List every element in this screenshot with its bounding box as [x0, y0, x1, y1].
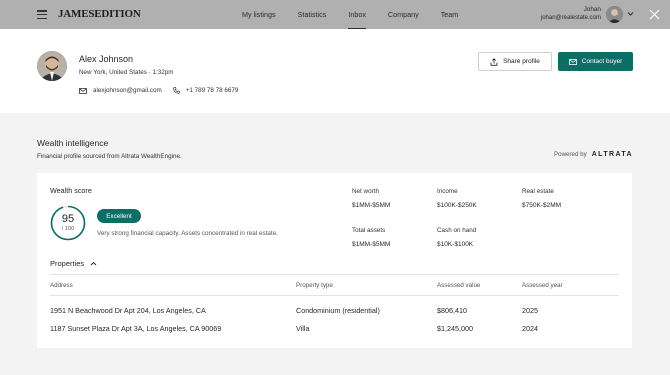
status-badge: Excellent	[97, 209, 141, 223]
chevron-up-icon	[90, 261, 97, 266]
stat-total-assets-value: $1MM-$5MM	[352, 241, 391, 248]
stat-cash-value: $10K-$100K	[437, 241, 474, 248]
cell-address: 1187 Sunset Plaza Dr Apt 3A, Los Angeles…	[50, 324, 222, 333]
cell-address: 1951 N Beachwood Dr Apt 204, Los Angeles…	[50, 306, 206, 315]
mail-icon	[568, 58, 577, 65]
column-header-year: Assessed year	[522, 282, 563, 289]
cell-type: Condominium (residential)	[296, 306, 380, 315]
user-name: Johan	[583, 6, 601, 13]
buyer-name: Alex Johnson	[79, 54, 134, 64]
buyer-email[interactable]: alexjohnson@gmail.com	[93, 87, 162, 94]
chevron-down-icon[interactable]	[627, 10, 634, 17]
cell-type: Villa	[296, 324, 310, 333]
cell-value: $806,410	[437, 306, 467, 315]
buyer-profile-header: Alex Johnson New York, United States · 1…	[0, 29, 670, 113]
score-description: Very strong financial capacity. Assets c…	[97, 230, 278, 237]
nav-my-listings[interactable]: My listings	[242, 0, 276, 29]
stat-cash-label: Cash on hand	[437, 227, 477, 234]
close-icon[interactable]	[649, 9, 660, 20]
divider	[50, 274, 619, 275]
share-profile-button[interactable]: Share profile	[478, 52, 552, 71]
nav-company[interactable]: Company	[388, 0, 419, 29]
divider	[50, 295, 619, 296]
powered-by: Powered by ALTRATA	[554, 151, 633, 158]
column-header-type: Property type	[296, 282, 333, 289]
stat-real-estate-label: Real estate	[522, 188, 554, 195]
section-title: Wealth intelligence	[37, 138, 109, 148]
contact-buyer-button[interactable]: Contact buyer	[558, 52, 633, 71]
altrata-logo: ALTRATA	[591, 151, 633, 158]
wealth-card: Wealth score 95 / 100 Excellent Very str…	[37, 173, 632, 348]
contact-info: alexjohnson@gmail.com +1 789 78 78 6679	[79, 87, 238, 94]
stat-net-worth-label: Net worth	[352, 188, 379, 195]
share-profile-label: Share profile	[503, 58, 540, 65]
phone-icon	[172, 87, 180, 94]
stat-net-worth-value: $1MM-$5MM	[352, 202, 391, 209]
top-navigation-bar: JAMESEDITION My listings Statistics Inbo…	[0, 0, 670, 29]
nav-team[interactable]: Team	[441, 0, 459, 29]
user-avatar[interactable]	[606, 6, 623, 23]
contact-buyer-label: Contact buyer	[581, 58, 623, 65]
properties-title: Properties	[50, 259, 85, 268]
buyer-location: New York, United States · 1:32pm	[79, 69, 174, 76]
nav-inbox[interactable]: Inbox	[348, 0, 366, 29]
user-email: johan@realestate.com	[540, 15, 601, 21]
main-nav: My listings Statistics Inbox Company Tea…	[242, 0, 458, 29]
cell-year: 2025	[522, 306, 538, 315]
wealth-score-value: 95	[61, 213, 75, 225]
section-subtitle: Financial profile sourced from Altrata W…	[37, 153, 182, 160]
wealth-score-max: / 100	[61, 226, 75, 232]
cell-year: 2024	[522, 324, 538, 333]
column-header-value: Assessed value	[437, 282, 481, 289]
wealth-score-label: Wealth score	[50, 186, 92, 195]
powered-by-label: Powered by	[554, 151, 587, 158]
mail-icon	[79, 87, 87, 94]
stat-income-label: Income	[437, 188, 458, 195]
buyer-avatar	[37, 51, 67, 81]
buyer-phone[interactable]: +1 789 78 78 6679	[186, 87, 239, 94]
column-header-address: Address	[50, 282, 73, 289]
stat-total-assets-label: Total assets	[352, 227, 386, 234]
nav-statistics[interactable]: Statistics	[298, 0, 327, 29]
stat-real-estate-value: $750K-$2MM	[522, 202, 562, 209]
properties-toggle[interactable]: Properties	[50, 259, 97, 268]
cell-value: $1,245,000	[437, 324, 473, 333]
share-icon	[490, 57, 498, 66]
stat-income-value: $100K-$250K	[437, 202, 477, 209]
brand-logo[interactable]: JAMESEDITION	[58, 8, 141, 20]
menu-icon[interactable]	[37, 10, 47, 20]
